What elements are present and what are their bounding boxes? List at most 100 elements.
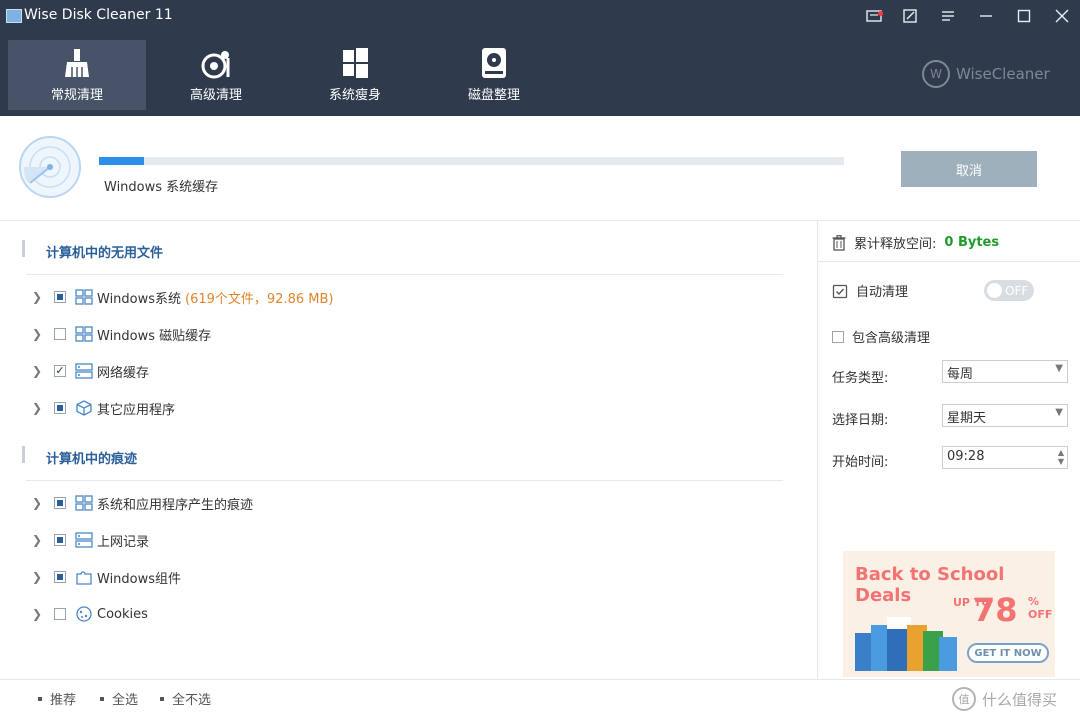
- advanced-clean-icon: [201, 51, 230, 79]
- start-time-input[interactable]: 09:28 ▲ ▼: [942, 446, 1068, 469]
- scan-status: Windows 系统缓存: [104, 180, 219, 195]
- toggle-knob: [987, 283, 1002, 298]
- app-icon: [6, 9, 22, 23]
- dropdown-arrow-icon: ▼: [1055, 363, 1063, 374]
- wisecleaner-brand[interactable]: W WiseCleaner: [922, 60, 1050, 88]
- list-item-cookies[interactable]: ❯ Cookies: [32, 604, 148, 624]
- date-value: 星期天: [947, 411, 987, 426]
- item-label: 系统和应用程序产生的痕迹: [97, 497, 254, 513]
- task-type-label: 任务类型:: [832, 371, 889, 386]
- tab-label: 常规清理: [50, 88, 103, 103]
- watermark-text: 什么值得买: [982, 690, 1058, 709]
- recommend-link[interactable]: 推荐: [38, 689, 76, 708]
- toggle-text: OFF: [1005, 283, 1029, 298]
- get-it-now-button[interactable]: GET IT NOW: [967, 643, 1049, 663]
- chevron-right-icon[interactable]: ❯: [32, 364, 42, 378]
- tab-system-slim[interactable]: 系统瘦身: [286, 40, 424, 110]
- browser-history-icon: [75, 532, 93, 548]
- notification-badge: [878, 11, 883, 16]
- promo-off: % OFF: [1028, 595, 1053, 621]
- item-checkbox[interactable]: [54, 608, 66, 620]
- section-title-traces: 计算机中的痕迹: [21, 446, 137, 467]
- date-select[interactable]: 星期天 ▼: [942, 404, 1068, 427]
- item-label: 上网记录: [97, 534, 150, 550]
- item-label: Windows组件: [97, 571, 182, 587]
- divider: [26, 480, 783, 481]
- tiles-icon: [75, 326, 93, 342]
- close-icon[interactable]: [1052, 6, 1072, 26]
- tab-advanced-clean[interactable]: 高级清理: [147, 40, 285, 110]
- tab-disk-defrag[interactable]: 磁盘整理: [425, 40, 563, 110]
- start-time-value: 09:28: [947, 449, 985, 464]
- freed-value: 0 Bytes: [944, 235, 1000, 250]
- cancel-button[interactable]: 取消: [901, 151, 1037, 187]
- clean-item-list: 计算机中的无用文件 ❯ Windows系统 (619个文件，92.86 MB) …: [0, 221, 817, 679]
- list-item-windows-system[interactable]: ❯ Windows系统 (619个文件，92.86 MB): [32, 287, 333, 307]
- list-item-browser-history[interactable]: ❯ 上网记录: [32, 530, 149, 550]
- feedback-icon[interactable]: [900, 6, 920, 26]
- notification-icon[interactable]: [864, 6, 884, 26]
- item-label: Cookies: [97, 606, 148, 622]
- auto-clean-toggle[interactable]: OFF: [984, 280, 1034, 301]
- promo-banner[interactable]: Back to School Deals UP TO 78 % OFF GET …: [843, 551, 1055, 677]
- product-boxes-image: [855, 617, 957, 671]
- chevron-right-icon[interactable]: ❯: [32, 607, 42, 621]
- title-bar: Wise Disk Cleaner 11: [0, 0, 1080, 32]
- chevron-right-icon[interactable]: ❯: [32, 401, 42, 415]
- list-item-system-traces[interactable]: ❯ 系统和应用程序产生的痕迹: [32, 493, 253, 513]
- item-checkbox[interactable]: [54, 534, 66, 546]
- cookie-icon: [76, 606, 92, 622]
- watermark: 值 什么值得买: [952, 687, 1057, 711]
- chevron-right-icon[interactable]: ❯: [32, 327, 42, 341]
- section-title-junk-files: 计算机中的无用文件: [21, 240, 163, 261]
- date-label: 选择日期:: [832, 413, 889, 428]
- disk-defrag-icon: [482, 48, 506, 78]
- item-checkbox[interactable]: [54, 328, 66, 340]
- chevron-right-icon[interactable]: ❯: [32, 496, 42, 510]
- select-all-link[interactable]: 全选: [100, 689, 138, 708]
- bottom-bar: 推荐 全选 全不选: [0, 679, 1080, 718]
- minimize-icon[interactable]: [976, 6, 996, 26]
- divider: [26, 274, 783, 275]
- item-checkbox[interactable]: [54, 571, 66, 583]
- item-checkbox[interactable]: ✓: [54, 365, 66, 377]
- tab-label: 高级清理: [189, 88, 242, 103]
- chevron-right-icon[interactable]: ❯: [32, 533, 42, 547]
- tab-regular-clean[interactable]: 常规清理: [8, 40, 146, 110]
- list-item-windows-components[interactable]: ❯ Windows组件: [32, 567, 181, 587]
- select-none-link[interactable]: 全不选: [160, 689, 211, 708]
- divider: [818, 261, 1080, 262]
- list-item-tile-cache[interactable]: ❯ Windows 磁贴缓存: [32, 324, 211, 344]
- brand-name: WiseCleaner: [956, 65, 1050, 83]
- chevron-right-icon[interactable]: ❯: [32, 570, 42, 584]
- windows-grid-icon: [75, 289, 93, 305]
- maximize-icon[interactable]: [1014, 6, 1034, 26]
- broom-icon: [65, 49, 89, 77]
- menu-icon[interactable]: [938, 6, 958, 26]
- radar-scan-icon: [19, 136, 81, 198]
- start-time-label: 开始时间:: [832, 455, 889, 470]
- item-checkbox[interactable]: [54, 497, 66, 509]
- item-checkbox[interactable]: [54, 402, 66, 414]
- auto-clean-label: 自动清理: [856, 285, 909, 300]
- include-advanced-row[interactable]: 包含高级清理: [832, 327, 930, 346]
- wisecleaner-logo-icon: W: [922, 60, 950, 88]
- chevron-right-icon[interactable]: ❯: [32, 290, 42, 304]
- package-icon: [76, 400, 92, 416]
- task-type-select[interactable]: 每周 ▼: [942, 360, 1068, 383]
- item-label: Windows 磁贴缓存: [97, 328, 212, 344]
- component-icon: [76, 571, 92, 585]
- tab-label: 磁盘整理: [467, 88, 520, 103]
- network-cache-icon: [75, 363, 93, 379]
- item-checkbox[interactable]: [54, 291, 66, 303]
- tab-label: 系统瘦身: [328, 88, 381, 103]
- windows-grid-icon: [75, 495, 93, 511]
- freed-label: 累计释放空间:: [854, 237, 937, 252]
- list-item-other-apps[interactable]: ❯ 其它应用程序: [32, 398, 175, 418]
- list-item-network-cache[interactable]: ❯ ✓ 网络缓存: [32, 361, 149, 381]
- include-advanced-label: 包含高级清理: [852, 331, 931, 346]
- time-spinner-icon[interactable]: ▲ ▼: [1058, 448, 1064, 466]
- item-label: Windows系统: [97, 291, 182, 307]
- task-type-value: 每周: [947, 367, 974, 382]
- include-advanced-checkbox[interactable]: [832, 330, 844, 343]
